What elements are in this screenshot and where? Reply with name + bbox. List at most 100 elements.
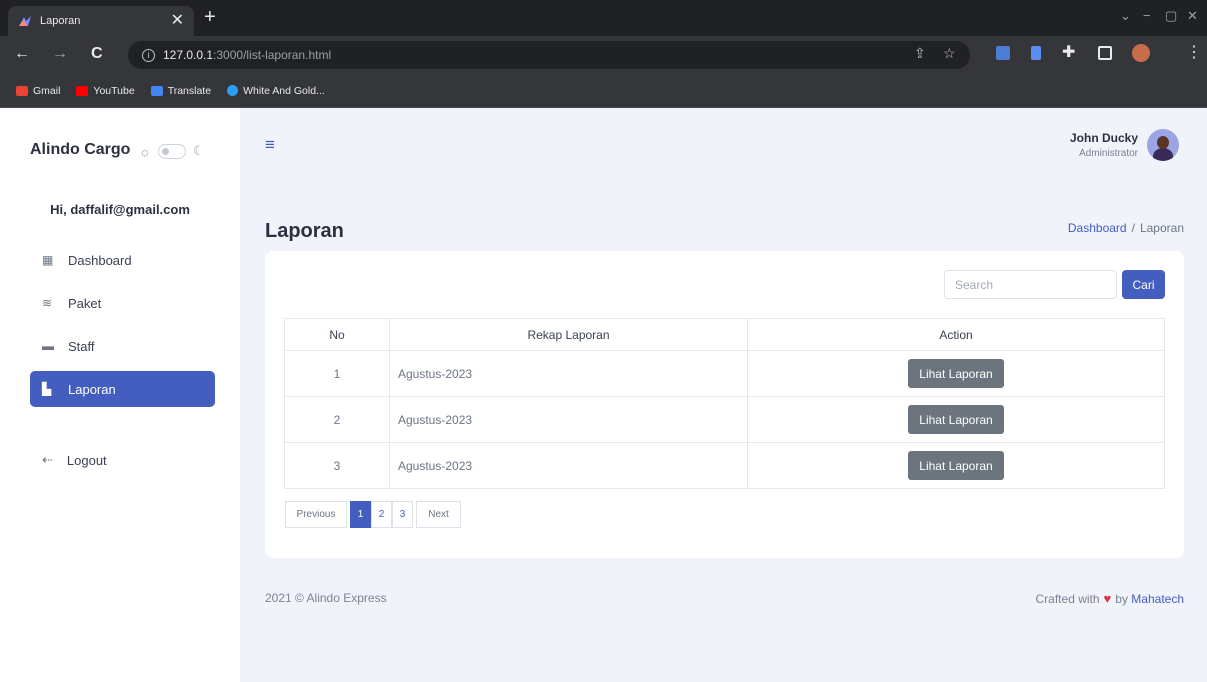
logout-label: Logout — [66, 452, 107, 468]
bookmark-gmail[interactable]: Gmail — [16, 85, 60, 97]
report-card: Cari No Rekap Laporan Action 1 Agustus-2… — [265, 251, 1184, 558]
site-info-icon[interactable]: i — [142, 48, 155, 62]
url-path: :3000/list-laporan.html — [213, 48, 332, 62]
briefcase-icon: ▬ — [42, 339, 54, 353]
sidebar: Alindo Cargo ☼ ☾ Hi, daffalif@gmail.com … — [0, 109, 240, 682]
avatar[interactable] — [1147, 129, 1179, 161]
pagination-page-1[interactable]: 1 — [350, 501, 371, 528]
pagination-next[interactable]: Next — [416, 501, 461, 528]
row-action-cell: Lihat Laporan — [747, 396, 1165, 443]
bookmark-translate[interactable]: Translate — [150, 84, 212, 97]
reload-icon[interactable]: C — [91, 45, 103, 63]
extension-doc-icon[interactable] — [1031, 46, 1041, 60]
forward-icon[interactable]: → — [52, 45, 68, 63]
row-action-cell: Lihat Laporan — [747, 442, 1165, 489]
tab-close-icon[interactable]: ✕ — [171, 13, 184, 29]
sidebar-item-staff[interactable]: ▬ Staff — [30, 328, 215, 364]
footer-credit: Crafted with ♥ by Mahatech — [1036, 591, 1184, 606]
pagination-page-3[interactable]: 3 — [392, 501, 413, 528]
window-close-icon[interactable]: ✕ — [1187, 8, 1198, 24]
bookmark-white-and-gold[interactable]: White And Gold... — [227, 85, 325, 97]
page-title: Laporan — [265, 220, 344, 242]
search-button[interactable]: Cari — [1122, 270, 1165, 299]
theme-toggle[interactable] — [157, 143, 186, 159]
bookmark-label: YouTube — [93, 84, 135, 97]
bookmark-youtube[interactable]: YouTube — [76, 84, 135, 97]
stack-icon: ≋ — [42, 296, 53, 310]
address-bar[interactable]: i 127.0.0.1:3000/list-laporan.html ⇪ ☆ — [128, 41, 970, 69]
pagination-previous[interactable]: Previous — [285, 501, 347, 528]
table-header-row: No Rekap Laporan Action — [284, 318, 1165, 351]
profile-avatar-icon[interactable] — [1132, 44, 1150, 62]
footer-by-text: by — [1115, 591, 1128, 606]
browser-toolbar: ← → C i 127.0.0.1:3000/list-laporan.html… — [0, 36, 1207, 74]
breadcrumb: Dashboard / Laporan — [1068, 221, 1184, 235]
breadcrumb-separator: / — [1131, 221, 1135, 235]
pagination-page-2[interactable]: 2 — [371, 501, 392, 528]
sidebar-item-paket[interactable]: ≋ Paket — [30, 285, 215, 321]
sun-icon: ☼ — [139, 143, 151, 159]
breadcrumb-dashboard[interactable]: Dashboard — [1068, 221, 1127, 235]
browser-tab[interactable]: Laporan ✕ — [8, 6, 194, 36]
site-icon — [227, 85, 239, 96]
theme-switcher: ☼ ☾ — [139, 143, 205, 159]
sidebar-item-label: Staff — [68, 338, 95, 354]
bookmark-star-icon[interactable]: ☆ — [943, 45, 956, 62]
extensions-puzzle-icon[interactable]: ✚ — [1062, 44, 1075, 62]
youtube-icon — [76, 85, 89, 96]
browser-tab-title: Laporan — [40, 15, 81, 27]
back-icon[interactable]: ← — [14, 45, 30, 63]
heart-icon: ♥ — [1103, 591, 1112, 606]
user-role: Administrator — [1079, 148, 1138, 159]
user-name: John Ducky — [1069, 131, 1138, 145]
bookmark-label: White And Gold... — [243, 84, 325, 97]
url-host: 127.0.0.1 — [163, 48, 214, 62]
new-tab-icon[interactable]: + — [204, 6, 216, 28]
side-panel-icon[interactable] — [1098, 46, 1112, 60]
logout-link[interactable]: ⇠ Logout — [42, 452, 107, 468]
search-input[interactable] — [944, 270, 1117, 299]
grid-icon: ▦ — [42, 253, 54, 267]
extension-translate-icon[interactable] — [996, 46, 1010, 60]
moon-icon: ☾ — [192, 143, 205, 158]
sidebar-item-label: Paket — [68, 295, 102, 311]
column-header-action: Action — [747, 318, 1165, 351]
table-row: 2 Agustus-2023 Lihat Laporan — [284, 396, 1165, 443]
pagination: Previous 1 2 3 Next — [285, 501, 461, 528]
table-row: 3 Agustus-2023 Lihat Laporan — [284, 442, 1165, 489]
sidebar-item-label: Laporan — [68, 381, 116, 397]
sidebar-item-laporan[interactable]: ▙ Laporan — [30, 371, 215, 407]
lihat-laporan-button[interactable]: Lihat Laporan — [908, 451, 1004, 480]
lihat-laporan-button[interactable]: Lihat Laporan — [908, 405, 1004, 434]
hamburger-menu-icon[interactable]: ≡ — [265, 136, 279, 153]
bookmark-label: Gmail — [33, 84, 61, 97]
brand-name[interactable]: Alindo Cargo — [30, 141, 130, 159]
tab-search-icon[interactable]: ⌄ — [1120, 8, 1131, 24]
user-info[interactable]: John Ducky Administrator — [1070, 131, 1138, 159]
row-number: 1 — [284, 350, 390, 397]
sidebar-item-dashboard[interactable]: ▦ Dashboard — [30, 242, 215, 278]
browser-tab-strip: Laporan ✕ + ⌄ − ▢ ✕ — [0, 0, 1207, 36]
breadcrumb-current: Laporan — [1139, 221, 1184, 235]
footer-copyright: 2021 © Alindo Express — [265, 591, 387, 605]
minimize-icon[interactable]: − — [1143, 8, 1151, 23]
browser-menu-icon[interactable]: ⋮ — [1186, 44, 1202, 62]
lihat-laporan-button[interactable]: Lihat Laporan — [908, 359, 1004, 388]
footer-author-link[interactable]: Mahatech — [1131, 592, 1184, 606]
row-action-cell: Lihat Laporan — [747, 350, 1165, 397]
share-icon[interactable]: ⇪ — [914, 45, 926, 62]
report-table: No Rekap Laporan Action 1 Agustus-2023 L… — [284, 318, 1165, 489]
bookmark-label: Translate — [167, 84, 212, 97]
column-header-rekap: Rekap Laporan — [389, 318, 748, 351]
user-greeting: Hi, daffalif@gmail.com — [50, 202, 190, 217]
sidebar-menu: ▦ Dashboard ≋ Paket ▬ Staff ▙ Laporan — [30, 242, 215, 414]
row-rekap: Agustus-2023 — [389, 396, 748, 443]
bookmarks-bar: Gmail YouTube Translate White And Gold..… — [0, 74, 1207, 108]
site-favicon-icon — [19, 16, 31, 26]
translate-icon — [150, 85, 163, 96]
gmail-icon — [16, 85, 28, 96]
row-rekap: Agustus-2023 — [389, 442, 748, 489]
table-row: 1 Agustus-2023 Lihat Laporan — [284, 350, 1165, 397]
logout-icon: ⇠ — [42, 452, 53, 467]
maximize-icon[interactable]: ▢ — [1165, 8, 1177, 24]
